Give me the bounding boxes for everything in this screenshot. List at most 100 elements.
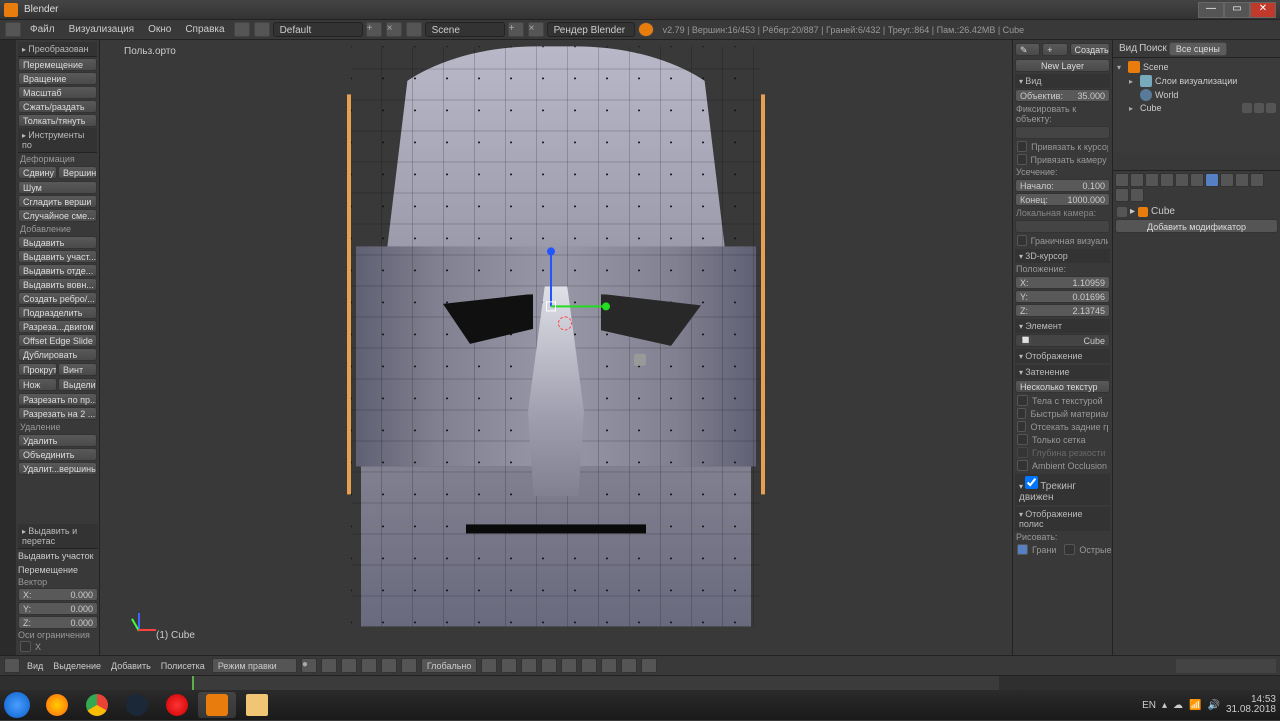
taskbar-clock[interactable]: 14:53 31.08.2018 <box>1226 695 1276 715</box>
orientation-select[interactable]: Глобально <box>421 658 478 673</box>
tray-cloud-icon[interactable]: ☁ <box>1173 700 1183 711</box>
explorer-button[interactable] <box>238 692 276 718</box>
engine-select[interactable]: Рендер Blender <box>547 22 635 37</box>
tray-volume-icon[interactable]: 🔊 <box>1207 700 1219 711</box>
pushpull-button[interactable]: Толкать/тянуть <box>18 114 97 127</box>
tray-arrow-icon[interactable]: ▴ <box>1162 700 1167 711</box>
obs-button[interactable] <box>158 692 196 718</box>
shrink-button[interactable]: Сжать/раздать <box>18 100 97 113</box>
translate-button[interactable]: Перемещение <box>18 58 97 71</box>
chrome-button[interactable] <box>78 692 116 718</box>
outliner-scene-row[interactable]: ▾ Scene <box>1115 60 1278 74</box>
extrude-indiv-button[interactable]: Выдавить отде... <box>18 264 97 277</box>
layers-button[interactable] <box>561 658 577 673</box>
steam-button[interactable] <box>118 692 156 718</box>
extrude-region-button[interactable]: Выдавить участ... <box>18 250 97 263</box>
op-z-input[interactable]: Z:0.000 <box>18 616 98 629</box>
snap-toggle[interactable] <box>581 658 597 673</box>
transform-header[interactable]: Преобразован <box>18 42 97 57</box>
operator-title[interactable]: Выдавить и перетас <box>18 524 98 549</box>
close-button[interactable]: ✕ <box>1250 2 1276 18</box>
cursor-panel-header[interactable]: 3D-курсор <box>1015 249 1110 263</box>
lang-indicator[interactable]: EN <box>1142 700 1156 711</box>
tab-renderlayers[interactable] <box>1130 173 1144 187</box>
cursor-z-input[interactable]: Z:2.13745 <box>1015 304 1110 317</box>
cursor-x-input[interactable]: X:1.10959 <box>1015 276 1110 289</box>
tool-tabs[interactable] <box>0 40 16 655</box>
outliner-filter[interactable]: Все сцены <box>1169 42 1227 56</box>
elem-name-input[interactable]: 🔲Cube <box>1015 334 1110 347</box>
3d-viewport[interactable]: Польз.орто (1) Cube <box>100 40 1012 655</box>
view-panel-header[interactable]: Вид <box>1015 74 1110 88</box>
noise-button[interactable]: Шум <box>18 181 97 194</box>
spin2-button[interactable]: Прокрут <box>18 363 57 376</box>
multitex-select[interactable]: Несколько текстур <box>1015 380 1110 393</box>
blender-taskbar-button[interactable] <box>198 692 236 718</box>
tab-physics[interactable] <box>1130 188 1144 202</box>
sharp-check[interactable]: Острые <box>1062 543 1112 556</box>
manipulator-toggle[interactable] <box>481 658 497 673</box>
op-x-input[interactable]: X:0.000 <box>18 588 98 601</box>
outliner-renderlayers-row[interactable]: ▸ Слои визуализации <box>1115 74 1278 88</box>
prop-edit-toggle[interactable] <box>621 658 637 673</box>
scale-button[interactable]: Масштаб <box>18 86 97 99</box>
outliner-cube-row[interactable]: ▸ Cube <box>1115 102 1278 114</box>
pin-icon[interactable] <box>1117 207 1127 217</box>
textured-check[interactable]: Тела с текстурой <box>1015 394 1110 407</box>
header-scrollbar[interactable] <box>1176 659 1276 673</box>
outliner[interactable]: ▾ Scene ▸ Слои визуализации World ▸ Cube <box>1113 58 1280 153</box>
op-constraint-x[interactable]: X <box>18 640 98 653</box>
tab-modifiers[interactable] <box>1205 173 1219 187</box>
fastmat-check[interactable]: Быстрый материал (... <box>1015 407 1110 420</box>
gp-add-button[interactable]: + <box>1042 43 1067 56</box>
tools-header[interactable]: Инструменты по <box>18 128 97 153</box>
vert-select-button[interactable] <box>341 658 357 673</box>
layout-select[interactable]: Default <box>273 22 363 37</box>
elem-panel-header[interactable]: Элемент <box>1015 319 1110 333</box>
face-select-button[interactable] <box>381 658 397 673</box>
ao-check[interactable]: Ambient Occlusion <box>1015 459 1110 472</box>
new-layer-button[interactable]: New Layer <box>1015 59 1110 72</box>
knife-button[interactable]: Нож <box>18 378 57 391</box>
minimize-button[interactable]: — <box>1198 2 1224 18</box>
vh-view[interactable]: Вид <box>24 661 46 671</box>
snap-camera-check[interactable]: Привязать камеру к ... <box>1015 153 1110 166</box>
create-edge-button[interactable]: Создать ребро/... <box>18 292 97 305</box>
snap-cursor-check[interactable]: Привязать к курсору <box>1015 140 1110 153</box>
cut2-button[interactable]: Разрезать на 2 ... <box>18 407 97 420</box>
cursor-y-input[interactable]: Y:0.01696 <box>1015 290 1110 303</box>
add-modifier-button[interactable]: Добавить модификатор <box>1115 219 1278 233</box>
outliner-world-row[interactable]: World <box>1115 88 1278 102</box>
3dview-editor-icon[interactable] <box>4 658 20 673</box>
lens-input[interactable]: Объектив:35.000 <box>1015 89 1110 102</box>
gp-draw-button[interactable]: ✎ <box>1015 43 1040 56</box>
snap-element[interactable] <box>601 658 617 673</box>
tab-data[interactable] <box>1220 173 1234 187</box>
manip-translate[interactable] <box>501 658 517 673</box>
select-button[interactable]: Выдели <box>58 378 97 391</box>
firefox-button[interactable] <box>38 692 76 718</box>
subdiv-button[interactable]: Подразделить <box>18 306 97 319</box>
tab-object[interactable] <box>1175 173 1189 187</box>
limit-sel-button[interactable] <box>401 658 417 673</box>
menu-file[interactable]: Файл <box>24 22 61 37</box>
layout-add-button[interactable]: + <box>366 22 382 37</box>
edge-select-button[interactable] <box>361 658 377 673</box>
shading-mode-button[interactable]: ● <box>301 658 317 673</box>
extrude-button[interactable]: Выдавить <box>18 236 97 249</box>
menu-help[interactable]: Справка <box>179 22 230 37</box>
scene-del-button[interactable]: × <box>528 22 544 37</box>
motion-panel-header[interactable]: Трекинг движен <box>1015 474 1110 505</box>
tab-world[interactable] <box>1160 173 1174 187</box>
local-cam-input[interactable] <box>1015 220 1110 233</box>
clip-start-input[interactable]: Начало:0.100 <box>1015 179 1110 192</box>
scene-browse-icon[interactable] <box>406 22 422 37</box>
pivot-button[interactable] <box>321 658 337 673</box>
tab-particles[interactable] <box>1115 188 1129 202</box>
lock-object-input[interactable] <box>1015 126 1110 139</box>
rotate-button[interactable]: Вращение <box>18 72 97 85</box>
create-button[interactable]: Создать <box>1070 43 1111 56</box>
manip-scale[interactable] <box>541 658 557 673</box>
offset-button[interactable]: Offset Edge Slide <box>18 334 97 347</box>
mode-select[interactable]: Режим правки <box>212 658 297 673</box>
